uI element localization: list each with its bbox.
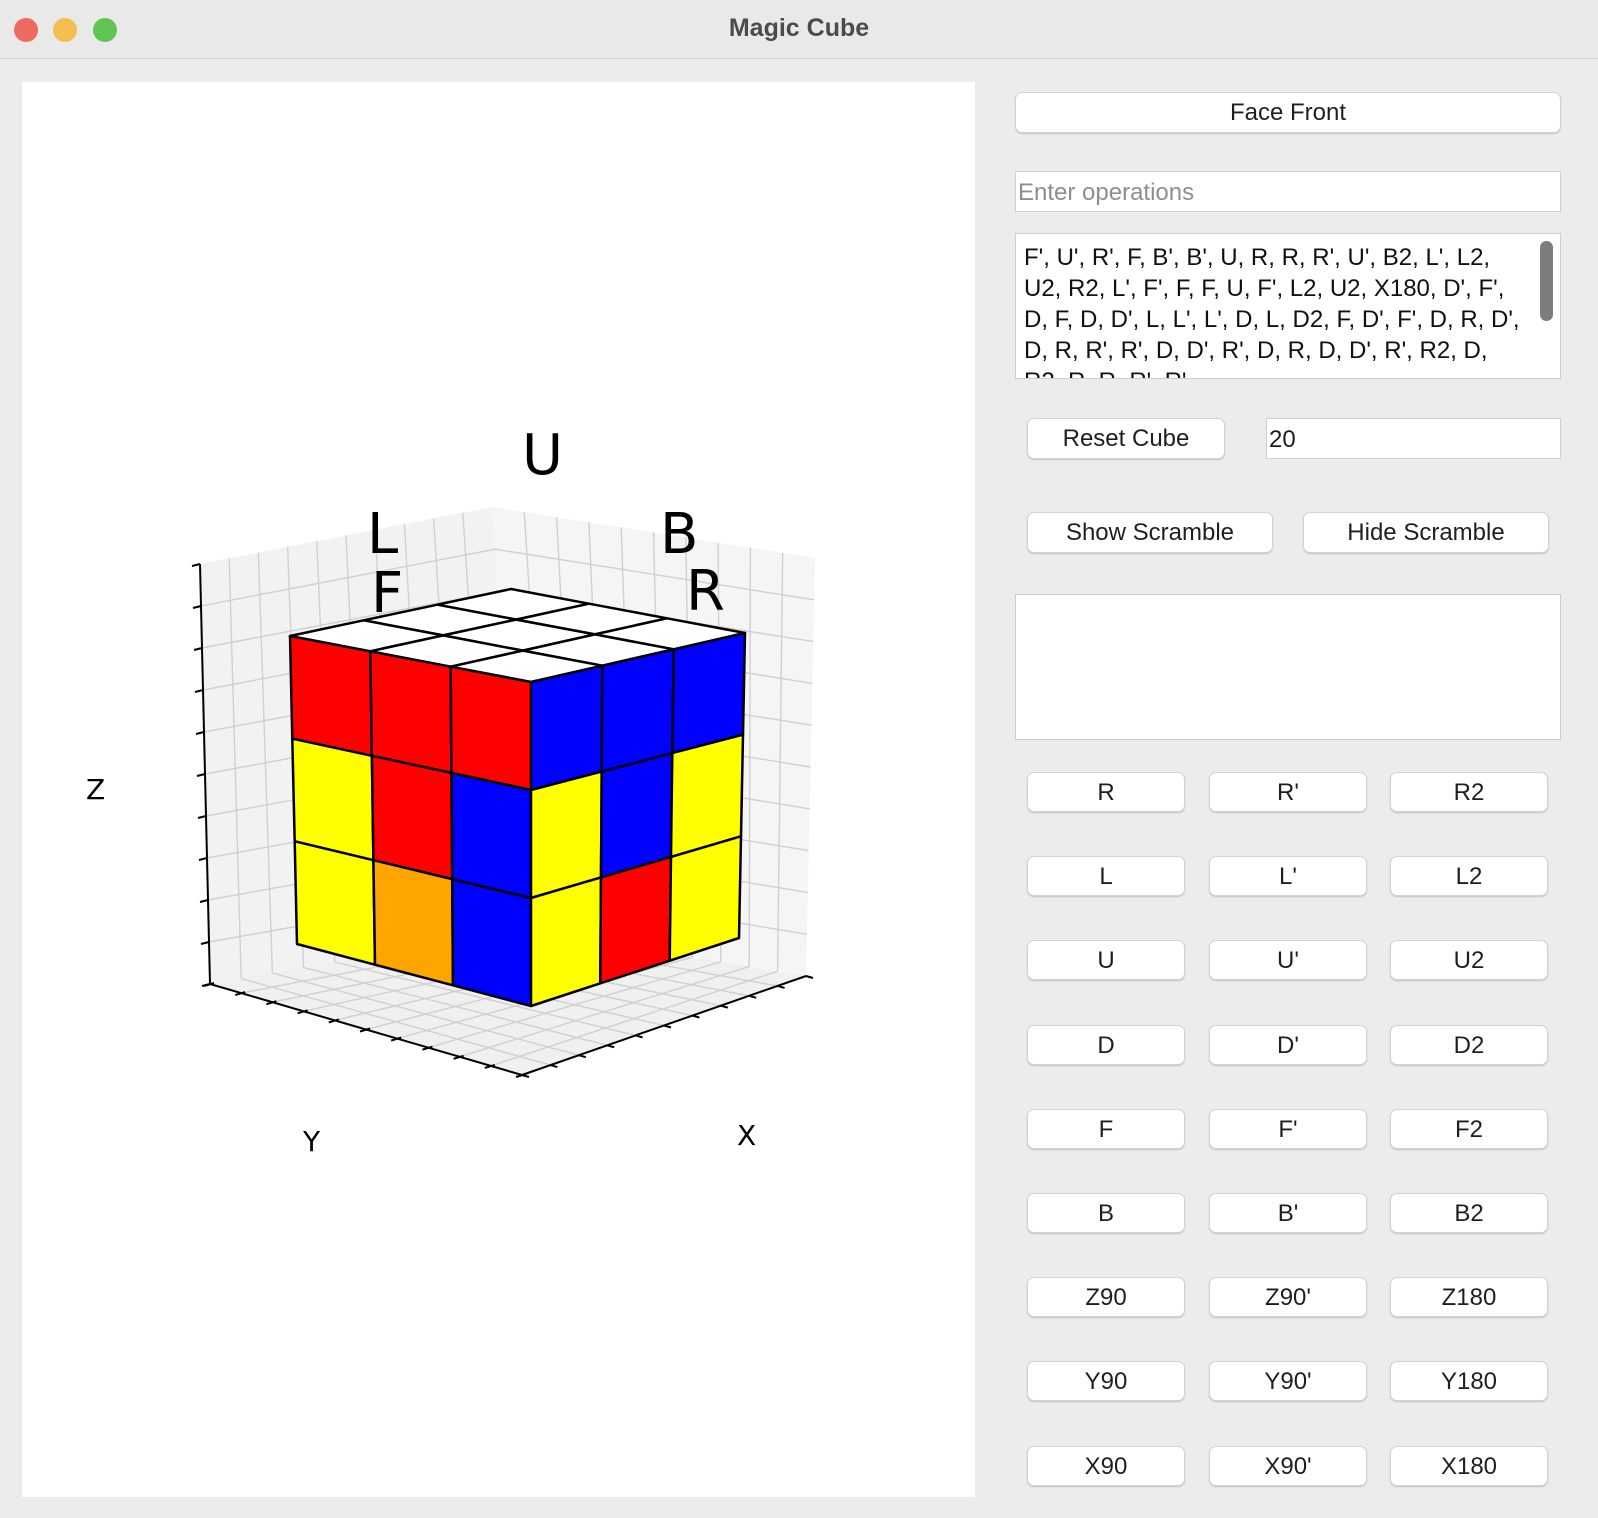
- face-label-r: R: [686, 559, 725, 624]
- move-button-u-prime[interactable]: U': [1209, 940, 1367, 980]
- move-button-y90-prime[interactable]: Y90': [1209, 1361, 1367, 1401]
- operations-input-placeholder: Enter operations: [1018, 179, 1195, 206]
- right-facelet: [529, 876, 603, 1008]
- move-button-b[interactable]: B: [1027, 1193, 1185, 1233]
- move-button-l-prime[interactable]: L': [1209, 856, 1367, 896]
- move-button-x180[interactable]: X180: [1390, 1446, 1548, 1486]
- operations-history-scrollbar[interactable]: [1540, 241, 1553, 321]
- x-axis-tick: [777, 984, 785, 989]
- move-button-d[interactable]: D: [1027, 1025, 1185, 1065]
- right-facelet: [599, 855, 673, 985]
- left-facelet: [288, 634, 374, 758]
- z-axis-tick: [200, 941, 210, 945]
- z-axis-tick: [195, 731, 205, 735]
- z-axis-tick: [199, 899, 209, 903]
- left-facelet: [291, 737, 375, 862]
- z-axis-tick: [197, 815, 207, 819]
- operations-history-box[interactable]: F', U', R', F, B', B', U, R, R, R', U', …: [1015, 233, 1561, 379]
- move-button-u2[interactable]: U2: [1390, 940, 1548, 980]
- operations-input[interactable]: Enter operations: [1015, 171, 1561, 212]
- x-axis-tick: [692, 1014, 700, 1019]
- z-axis-tick: [193, 647, 203, 651]
- move-button-z90[interactable]: Z90: [1027, 1277, 1185, 1317]
- z-axis-tick: [192, 605, 202, 609]
- move-button-f2[interactable]: F2: [1390, 1109, 1548, 1149]
- x-axis-tick: [578, 1054, 587, 1059]
- move-button-x90-prime[interactable]: X90': [1209, 1446, 1367, 1486]
- move-button-d-prime[interactable]: D': [1209, 1025, 1367, 1065]
- axis-label-y: Y: [302, 1125, 321, 1158]
- x-axis-tick: [720, 1004, 729, 1009]
- z-axis-tick: [191, 563, 201, 567]
- axis-label-z: Z: [86, 773, 105, 806]
- right-facelet: [671, 631, 747, 755]
- face-label-b: B: [660, 502, 698, 567]
- move-button-z180[interactable]: Z180: [1390, 1277, 1548, 1317]
- move-button-d2[interactable]: D2: [1390, 1025, 1548, 1065]
- x-axis-tick: [663, 1024, 672, 1029]
- move-button-x90[interactable]: X90: [1027, 1446, 1185, 1486]
- left-facelet: [450, 877, 533, 1008]
- face-front-button[interactable]: Face Front: [1015, 92, 1561, 133]
- move-button-b-prime[interactable]: B': [1209, 1193, 1367, 1233]
- axis-label-x: X: [737, 1119, 756, 1152]
- hide-scramble-button[interactable]: Hide Scramble: [1303, 512, 1549, 553]
- right-facelet: [668, 835, 743, 962]
- move-button-f[interactable]: F: [1027, 1109, 1185, 1149]
- move-button-f-prime[interactable]: F': [1209, 1109, 1367, 1149]
- right-facelet: [600, 648, 675, 773]
- cube-plot: U L B F R Z Y X: [86, 423, 815, 1158]
- move-button-l2[interactable]: L2: [1390, 856, 1548, 896]
- window-title: Magic Cube: [728, 14, 870, 42]
- x-axis-tick: [635, 1034, 643, 1039]
- show-scramble-button[interactable]: Show Scramble: [1027, 512, 1273, 553]
- left-facelet: [293, 840, 377, 966]
- move-button-z90-prime[interactable]: Z90': [1209, 1277, 1367, 1317]
- z-axis-tick: [194, 689, 204, 693]
- left-facelet: [449, 665, 533, 792]
- move-button-y180[interactable]: Y180: [1390, 1361, 1548, 1401]
- move-button-r2[interactable]: R2: [1390, 772, 1548, 812]
- face-label-u: U: [522, 423, 563, 488]
- move-button-u[interactable]: U: [1027, 940, 1185, 980]
- x-axis-tick: [606, 1044, 615, 1049]
- x-axis-tick: [805, 975, 814, 979]
- scramble-display-box: [1015, 594, 1561, 740]
- left-facelet: [370, 754, 454, 881]
- move-button-r-prime[interactable]: R': [1209, 772, 1367, 812]
- cube-3d-canvas[interactable]: U L B F R Z Y X: [22, 82, 975, 1497]
- face-label-l: L: [367, 502, 398, 567]
- x-axis-tick: [748, 994, 757, 999]
- z-axis-tick: [196, 773, 206, 777]
- move-button-l[interactable]: L: [1027, 856, 1185, 896]
- scramble-count-input[interactable]: 20: [1266, 418, 1561, 459]
- x-axis-tick: [550, 1064, 558, 1069]
- move-button-y90[interactable]: Y90: [1027, 1361, 1185, 1401]
- left-facelet: [369, 650, 453, 775]
- title-bar: Magic Cube: [0, 0, 1598, 59]
- cube-faces: [288, 587, 747, 1008]
- left-facelet: [450, 771, 533, 900]
- z-axis-tick: [198, 857, 208, 861]
- left-facelet: [372, 858, 455, 987]
- reset-cube-button[interactable]: Reset Cube: [1027, 418, 1225, 459]
- move-button-r[interactable]: R: [1027, 772, 1185, 812]
- right-facelet: [529, 664, 604, 792]
- z-axis-tick: [201, 983, 211, 987]
- move-button-b2[interactable]: B2: [1390, 1193, 1548, 1233]
- operations-history-text: F', U', R', F, B', B', U, R, R, R', U', …: [1024, 244, 1520, 378]
- face-label-f: F: [371, 561, 403, 626]
- app-window: Magic Cube U L B F R Z Y X Face Front En…: [0, 0, 1598, 1518]
